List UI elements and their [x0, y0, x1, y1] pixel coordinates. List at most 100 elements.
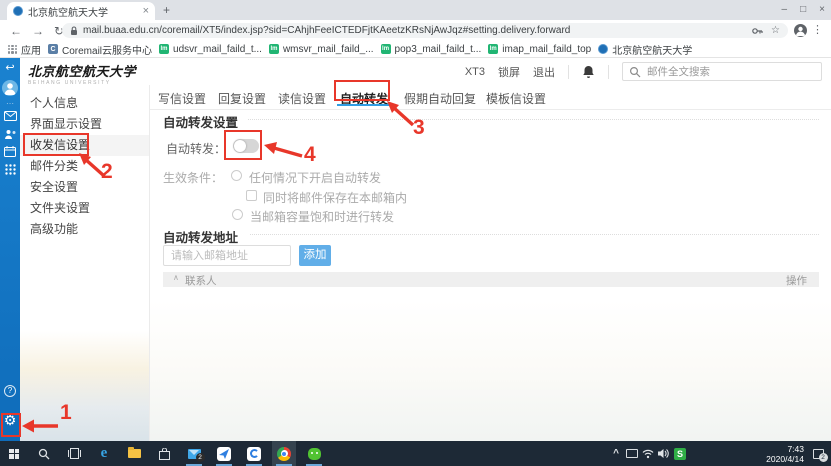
calendar-icon[interactable] — [0, 146, 20, 160]
user-avatar[interactable] — [2, 80, 18, 96]
bird-app-icon — [217, 447, 231, 461]
mail-badge: 2 — [196, 453, 205, 462]
lm-icon: lm — [488, 44, 498, 54]
profile-person-icon — [794, 24, 807, 37]
action-center-button[interactable]: 2 — [806, 441, 830, 466]
return-arrow-icon[interactable]: ↩ — [0, 61, 20, 74]
profile-avatar[interactable] — [794, 24, 807, 37]
logo-title: 北京航空航天大学 — [28, 61, 136, 80]
browser-menu-icon[interactable]: ⋮ — [812, 24, 823, 37]
action-center-icon: 2 — [813, 449, 824, 459]
edge-button[interactable]: e — [92, 441, 116, 466]
browser-tab[interactable]: 北京航空航天大学 × — [7, 2, 155, 20]
checkbox-keep-copy[interactable] — [246, 190, 257, 201]
auto-forward-label: 自动转发： — [166, 140, 226, 157]
rail-dots-icon: ⋯ — [0, 99, 20, 108]
tray-sogou-button[interactable]: S — [668, 441, 692, 466]
wechat-button[interactable] — [302, 441, 326, 466]
checkbox-keep-label: 同时将邮件保存在本邮箱内 — [263, 189, 407, 206]
radio-any-condition[interactable] — [231, 170, 242, 181]
radio-full-label: 当邮箱容量饱和时进行转发 — [250, 208, 394, 225]
sidebar-item-profile[interactable]: 个人信息 — [20, 93, 149, 114]
logout-link[interactable]: 退出 — [533, 64, 555, 80]
coremail-icon: C — [48, 44, 58, 54]
wechat-icon — [308, 448, 321, 460]
bookmark-star-icon[interactable]: ☆ — [771, 26, 780, 36]
sidebar-item-folders[interactable]: 文件夹设置 — [20, 198, 149, 219]
buaa-logo: 北京航空航天大学 BEIHANG UNIVERSITY — [28, 61, 136, 86]
close-tab-icon[interactable]: × — [143, 6, 149, 17]
contacts-icon[interactable] — [0, 128, 20, 142]
store-button[interactable] — [152, 441, 176, 466]
taskbar-clock[interactable]: 7:43 2020/4/14 — [692, 444, 804, 464]
bookmark-buaa[interactable]: 北京航空航天大学 — [598, 42, 692, 57]
chrome-button[interactable] — [272, 441, 296, 466]
password-key-icon[interactable] — [752, 26, 763, 36]
new-tab-button[interactable]: + — [163, 3, 170, 17]
app-rail: ↩ ⋯ ? ⚙ — [0, 58, 20, 441]
close-window-button[interactable]: × — [819, 5, 825, 15]
sort-caret-icon[interactable]: ∧ — [173, 273, 179, 282]
mail-search-box[interactable] — [622, 62, 822, 81]
minimize-button[interactable]: – — [782, 5, 788, 15]
bookmark-label: imap_mail_faild_top — [502, 44, 591, 55]
lm-icon: lm — [269, 44, 279, 54]
annotation-box-step4 — [224, 130, 262, 160]
address-bar[interactable]: mail.buaa.edu.cn/coremail/XT5/index.jsp?… — [62, 23, 788, 38]
bookmark-imap[interactable]: lm imap_mail_faild_top — [488, 44, 591, 55]
tab-compose-settings[interactable]: 写信设置 — [158, 90, 206, 107]
lm-icon: lm — [381, 44, 391, 54]
apps-icon[interactable] — [0, 164, 20, 178]
mail-header: 北京航空航天大学 BEIHANG UNIVERSITY XT3 锁屏 退出 — [20, 58, 831, 85]
bookmark-wmsvr[interactable]: lm wmsvr_mail_faild_... — [269, 44, 374, 55]
bookmark-label: pop3_mail_faild_t... — [395, 44, 482, 55]
maximize-button[interactable]: □ — [800, 5, 806, 15]
divider — [250, 234, 819, 235]
quark-app-button[interactable] — [242, 441, 266, 466]
store-bag-icon — [159, 448, 170, 460]
file-explorer-button[interactable] — [122, 441, 146, 466]
taskbar-search-button[interactable] — [32, 441, 56, 466]
task-view-icon — [68, 448, 81, 459]
screen: 北京航空航天大学 × + – □ × ← → ↻ mail.buaa.edu.c… — [0, 0, 831, 466]
forward-icon[interactable]: → — [32, 25, 44, 37]
address-table-header: ∧ 联系人 操作 — [163, 272, 819, 287]
apps-shortcut[interactable]: 应用 — [8, 42, 41, 57]
lock-screen-link[interactable]: 锁屏 — [498, 64, 520, 80]
browser-tab-strip: 北京航空航天大学 × + – □ × — [0, 0, 831, 20]
bookmark-udsvr[interactable]: lm udsvr_mail_faild_t... — [159, 44, 262, 55]
bookmark-pop3[interactable]: lm pop3_mail_faild_t... — [381, 44, 482, 55]
task-view-button[interactable] — [62, 441, 86, 466]
add-address-button[interactable]: 添加 — [299, 245, 331, 266]
active-tab-underline — [337, 104, 391, 106]
start-button[interactable] — [2, 441, 26, 466]
sidebar-item-security[interactable]: 安全设置 — [20, 177, 149, 198]
notification-bell-icon[interactable] — [582, 65, 595, 79]
radio-when-full[interactable] — [232, 209, 243, 220]
tab-reply-settings[interactable]: 回复设置 — [218, 90, 266, 107]
annotation-box-step3 — [334, 80, 390, 101]
chevron-up-icon: ^ — [613, 448, 619, 459]
mail-icon[interactable] — [0, 110, 20, 124]
sidebar-item-display[interactable]: 界面显示设置 — [20, 114, 149, 135]
bookmarks-bar: 应用 C Coremail云服务中心 lm udsvr_mail_faild_t… — [0, 41, 831, 58]
notification-badge: 2 — [819, 453, 828, 462]
tab-template-settings[interactable]: 模板信设置 — [486, 90, 546, 107]
bookmark-label: udsvr_mail_faild_t... — [173, 44, 262, 55]
mail-app-button[interactable]: 2 — [182, 441, 206, 466]
sidebar-item-advanced[interactable]: 高级功能 — [20, 219, 149, 240]
tab-read-settings[interactable]: 读信设置 — [278, 90, 326, 107]
back-icon[interactable]: ← — [10, 25, 22, 37]
bookmark-label: 北京航空航天大学 — [612, 42, 692, 57]
bookmark-coremail[interactable]: C Coremail云服务中心 — [48, 42, 152, 57]
apps-grid-icon — [8, 45, 17, 54]
divider — [608, 65, 609, 79]
annotation-arrow-step1 — [22, 418, 60, 434]
forward-address-input[interactable] — [163, 245, 291, 266]
mail-search-input[interactable] — [647, 63, 819, 80]
forward-settings-title: 自动转发设置 — [163, 112, 238, 131]
lm-icon: lm — [159, 44, 169, 54]
help-icon[interactable]: ? — [4, 385, 16, 397]
bookmark-label: 应用 — [21, 42, 41, 57]
thunder-app-button[interactable] — [212, 441, 236, 466]
